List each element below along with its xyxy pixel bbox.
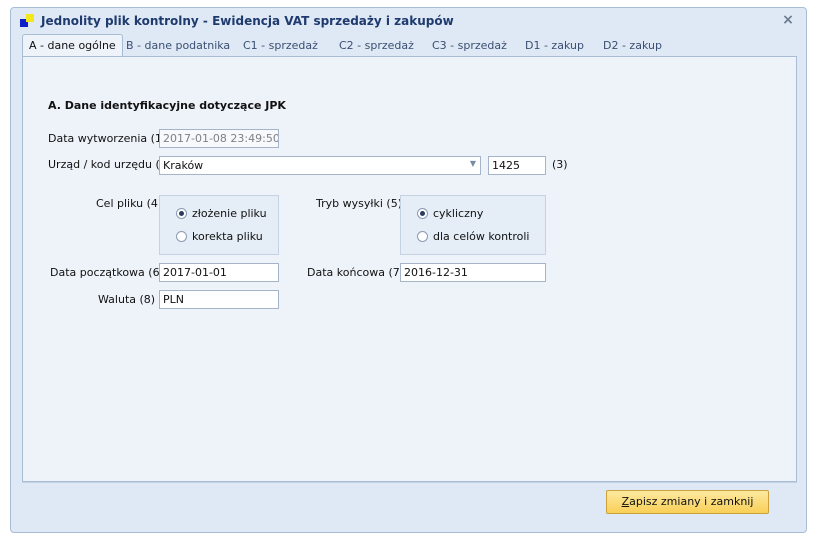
cel-pliku-label: Cel pliku (4) (96, 197, 163, 210)
save-accel-key: Z (621, 495, 630, 508)
urzad-value: Kraków (163, 159, 204, 172)
radio-checked-icon[interactable] (176, 208, 187, 219)
footer-divider (22, 482, 797, 483)
radio-label: dla celów kontroli (433, 230, 530, 243)
data-poczatkowa-field[interactable]: 2017-01-01 (159, 263, 279, 282)
radio-unchecked-icon[interactable] (417, 231, 428, 242)
tab-d2-zakup[interactable]: D2 - zakup (603, 39, 662, 57)
window-title: Jednolity plik kontrolny - Ewidencja VAT… (41, 14, 454, 28)
radio-cykliczny[interactable]: cykliczny (417, 207, 483, 220)
save-and-close-button[interactable]: Zapisz zmiany i zamknij (606, 490, 769, 514)
data-koncowa-field[interactable]: 2016-12-31 (400, 263, 546, 282)
tryb-wysylki-label: Tryb wysyłki (5) (316, 197, 402, 210)
radio-zlozenie-pliku[interactable]: złożenie pliku (176, 207, 267, 220)
tab-d1-zakup[interactable]: D1 - zakup (525, 39, 584, 57)
tab-dane-ogolne[interactable]: A - dane ogólne (22, 34, 123, 56)
waluta-field[interactable]: PLN (159, 290, 279, 309)
app-icon (20, 14, 34, 28)
radio-unchecked-icon[interactable] (176, 231, 187, 242)
radio-label: złożenie pliku (192, 207, 267, 220)
chevron-down-icon[interactable]: ▼ (470, 159, 476, 168)
kod-urzedu-field[interactable]: 1425 (488, 156, 546, 175)
urzad-dropdown[interactable]: Kraków ▼ (159, 156, 481, 175)
kod-urzedu-suffix: (3) (552, 158, 568, 171)
radio-label: cykliczny (433, 207, 484, 220)
urzad-label: Urząd / kod urzędu (2) (48, 158, 172, 171)
radio-korekta-pliku[interactable]: korekta pliku (176, 230, 263, 243)
close-icon[interactable]: × (780, 12, 796, 28)
tab-c2-sprzedaz[interactable]: C2 - sprzedaż (339, 39, 414, 57)
radio-dla-celow-kontroli[interactable]: dla celów kontroli (417, 230, 530, 243)
cel-pliku-group (159, 195, 279, 255)
tab-c1-sprzedaz[interactable]: C1 - sprzedaż (243, 39, 318, 57)
tab-dane-podatnika[interactable]: B - dane podatnika (126, 39, 230, 57)
waluta-label: Waluta (8) (98, 293, 156, 306)
data-koncowa-label: Data końcowa (7) (307, 266, 405, 279)
data-wytworzenia-field: 2017-01-08 23:49:50 (159, 129, 279, 148)
save-button-label: apisz zmiany i zamknij (629, 495, 754, 508)
section-title: A. Dane identyfikacyjne dotyczące JPK (48, 99, 286, 112)
tryb-wysylki-group (400, 195, 546, 255)
radio-label: korekta pliku (192, 230, 263, 243)
title-bar: Jednolity plik kontrolny - Ewidencja VAT… (11, 8, 806, 34)
tab-c3-sprzedaz[interactable]: C3 - sprzedaż (432, 39, 507, 57)
radio-checked-icon[interactable] (417, 208, 428, 219)
data-wytworzenia-label: Data wytworzenia (1) (48, 132, 167, 145)
data-poczatkowa-label: Data początkowa (6) (50, 266, 164, 279)
